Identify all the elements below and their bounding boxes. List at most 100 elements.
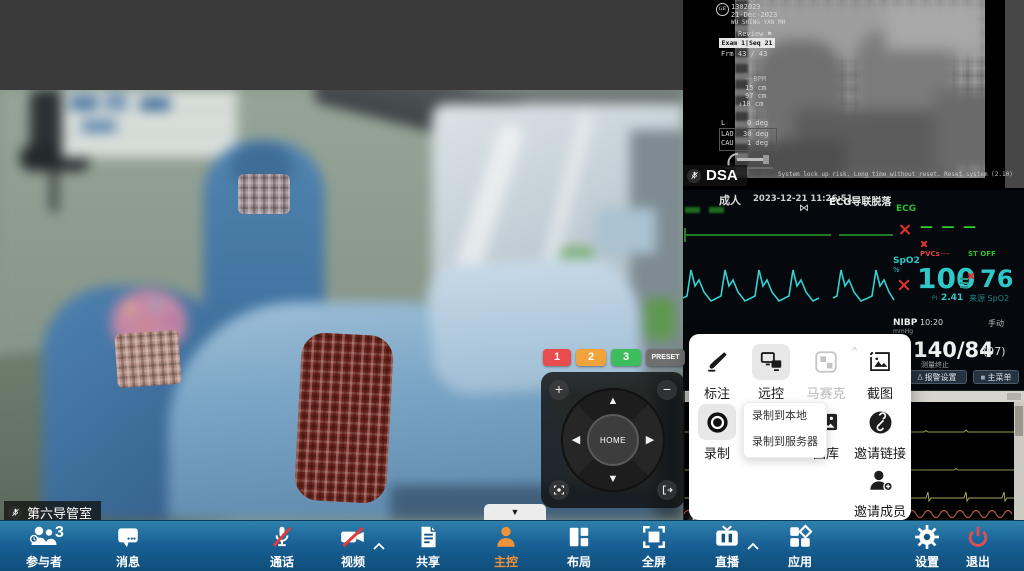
toolbar-live-stream[interactable]: 直播	[692, 524, 762, 570]
dsa-warning-message: System lock up risk. Long time without r…	[778, 171, 1013, 179]
tools-popup-menu: 标注 远控 马赛克 ^ 截图	[689, 334, 911, 520]
toolbar-layout[interactable]: 布局	[544, 524, 614, 570]
apps-icon	[787, 524, 813, 550]
dsa-label-text: DSA	[706, 167, 738, 184]
toolbar-fullscreen[interactable]: 全屏	[619, 524, 689, 570]
hr-value-dashes: — — —	[920, 220, 978, 235]
record-label: 录制	[690, 443, 744, 462]
toolbar-apps[interactable]: 应用	[765, 524, 835, 570]
flag-icon: ⚑	[768, 30, 772, 38]
ge-logo: GE	[716, 3, 729, 16]
remote-control-label: 远控	[744, 383, 798, 402]
iv-line	[575, 210, 577, 252]
pan-left-button[interactable]: ◀	[568, 433, 584, 447]
nibp-time: 10:20	[920, 318, 943, 327]
window-button	[1007, 393, 1021, 400]
monitor-alarm-setup-button: Δ 报警设置	[907, 370, 967, 384]
face-mosaic	[114, 330, 182, 388]
layout-icon	[566, 524, 592, 550]
pan-up-button[interactable]: ▲	[605, 394, 621, 408]
fullscreen-label: 全屏	[619, 553, 689, 570]
toolbar-call-muted[interactable]: 通话	[247, 524, 317, 570]
toolbar-master-control[interactable]: 主控	[471, 524, 541, 570]
share-label: 共享	[393, 553, 463, 570]
zoom-in-button[interactable]: +	[549, 380, 569, 400]
supply-box	[70, 96, 98, 110]
scrollbar-thumb	[1015, 406, 1023, 436]
mosaic-menu-item-disabled[interactable]: 马赛克 ^	[799, 344, 853, 402]
invite-member-menu-item[interactable]: 邀请成员	[853, 462, 907, 520]
video-label: 视频	[318, 553, 388, 570]
dsa-feed-label: DSA	[683, 165, 747, 186]
face-mosaic	[238, 174, 290, 214]
record-to-local-option[interactable]: 录制到本地	[744, 403, 826, 429]
pi-label: PI	[932, 295, 937, 302]
camera-preset-2-button[interactable]: 2	[576, 349, 606, 366]
mic-muted-icon	[687, 169, 701, 183]
participants-label: 参与者	[9, 553, 79, 570]
apps-label: 应用	[765, 553, 835, 570]
chevron-up-icon[interactable]	[746, 542, 760, 550]
dsa-table-height: ↓10 cm	[738, 100, 763, 108]
nibp-value: 140/84	[913, 338, 994, 362]
zoom-out-button[interactable]: −	[657, 380, 677, 400]
invite-link-menu-item[interactable]: 邀请链接	[853, 404, 907, 462]
message-label: 消息	[93, 553, 163, 570]
screenshot-icon	[867, 349, 893, 375]
chevron-up-icon[interactable]	[372, 542, 386, 550]
toolbar-participants[interactable]: 3 参与者	[9, 524, 79, 570]
mic-muted-icon	[269, 524, 295, 550]
nibp-mode: 手动	[988, 318, 1004, 329]
record-menu-item[interactable]: 录制	[690, 404, 744, 462]
dsa-feed-tile[interactable]: GE 1302023 21-Dec-2023 WU SHING YAN MH R…	[683, 0, 1024, 192]
pvcs-value: ---	[941, 249, 950, 258]
mic-muted-icon	[8, 506, 22, 520]
toolbar-message[interactable]: 消息	[93, 524, 163, 570]
toolbar-exit[interactable]: 退出	[943, 524, 1013, 570]
camera-home-button[interactable]: HOME	[587, 414, 639, 466]
hr-alarm-off-x	[898, 223, 911, 236]
invite-member-icon	[867, 467, 894, 494]
pan-right-button[interactable]: ▶	[642, 433, 658, 447]
room-label: 第六导管室	[4, 501, 101, 520]
window-scrollbar	[1014, 402, 1024, 521]
toolbar-collapse-handle[interactable]: ▼	[484, 504, 546, 520]
stool-post	[50, 170, 58, 212]
toolbar-share[interactable]: 共享	[393, 524, 463, 570]
dsa-angle-cau-value: 1 deg	[747, 139, 768, 147]
annotate-label: 标注	[690, 383, 744, 402]
exit-control-button[interactable]	[657, 480, 677, 500]
camera-preset-save-button[interactable]: PRESET	[646, 349, 685, 366]
focus-button[interactable]	[549, 480, 569, 500]
exit-power-icon	[965, 524, 991, 550]
ecg-param-label: ECG	[896, 204, 916, 214]
spo2-unit: %	[893, 266, 900, 274]
dsa-angle-lao-label: LAO	[721, 130, 734, 138]
record-to-server-option[interactable]: 录制到服务器	[744, 429, 826, 455]
dsa-sid: 15 cm	[745, 84, 766, 92]
blood-stain-mosaic	[294, 332, 395, 505]
camera-preset-3-button[interactable]: 3	[611, 349, 641, 366]
annotate-menu-item[interactable]: 标注	[690, 344, 744, 402]
invite-link-icon	[867, 409, 894, 436]
ptz-pad: + − ▲ ▼ ◀ ▶ HOME	[541, 372, 685, 508]
dsa-review-label: Review ⚑	[738, 30, 772, 38]
pan-down-button[interactable]: ▼	[605, 472, 621, 486]
remote-control-icon	[758, 349, 785, 375]
nibp-map-value: (97)	[983, 345, 1006, 358]
screenshot-menu-item[interactable]: 截图	[853, 344, 907, 402]
master-control-label: 主控	[471, 553, 541, 570]
spo2-source: 来源 SpO2	[969, 293, 1009, 304]
record-submenu: 录制到本地 录制到服务器	[743, 402, 827, 458]
camera-preset-1-button[interactable]: 1	[543, 349, 571, 366]
share-doc-icon	[415, 524, 441, 550]
master-control-person-icon	[493, 524, 519, 550]
dsa-patient-name: WU SHING YAN MH	[731, 19, 785, 27]
mosaic-label: 马赛克	[799, 383, 853, 402]
toolbar-video-muted[interactable]: 视频	[318, 524, 388, 570]
supply-box	[105, 94, 127, 110]
nibp-status: 测量终止	[921, 360, 949, 370]
supply-cabinet	[62, 90, 237, 158]
remote-control-menu-item[interactable]: 远控	[744, 344, 798, 402]
annotate-brush-icon	[704, 349, 730, 375]
